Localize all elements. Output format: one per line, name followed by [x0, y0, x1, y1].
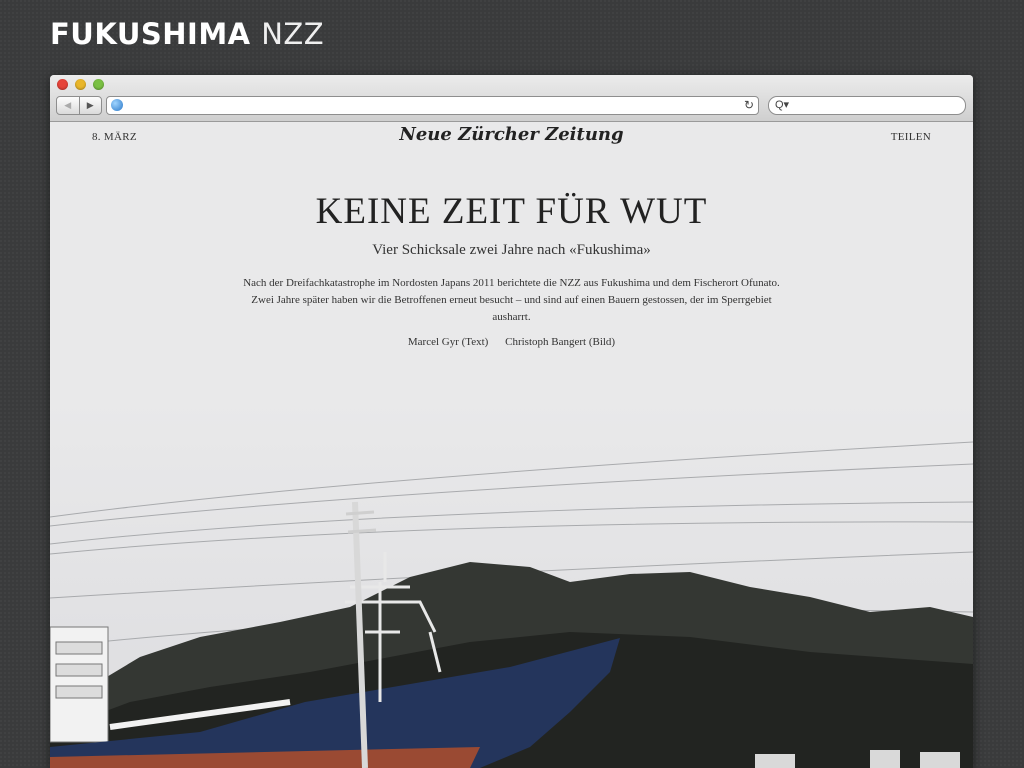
browser-window: ◀ ▶ ↻ Q▾ 8. MÄRZ Neue Zürcher Zeitung TE…: [50, 75, 973, 768]
photo-author: Christoph Bangert (Bild): [505, 336, 616, 348]
reload-icon[interactable]: ↻: [744, 97, 754, 114]
article-intro: Nach der Dreifachkatastrophe im Nordoste…: [243, 277, 780, 323]
web-page: 8. MÄRZ Neue Zürcher Zeitung TEILEN KEIN…: [50, 122, 973, 768]
browser-toolbar: ◀ ▶ ↻ Q▾: [50, 75, 973, 122]
search-input[interactable]: Q▾: [768, 96, 966, 115]
article-headline: KEINE ZEIT FÜR WUT: [315, 191, 708, 232]
close-window-button[interactable]: [57, 79, 68, 90]
search-icon[interactable]: Q▾: [775, 97, 789, 114]
maximize-window-button[interactable]: [93, 79, 104, 90]
slide-title-main: FUKUSHIMA: [50, 17, 251, 51]
text-author: Marcel Gyr (Text): [407, 336, 489, 348]
hero-photo: [50, 402, 973, 768]
article-subtitle: Vier Schicksale zwei Jahre nach «Fukushi…: [372, 242, 651, 258]
slide-title: FUKUSHIMA NZZ: [50, 16, 324, 52]
address-bar[interactable]: ↻: [106, 96, 759, 115]
slide-title-brand: NZZ: [261, 17, 325, 51]
navigation-buttons: ◀ ▶: [56, 96, 102, 115]
page-top-bar: 8. MÄRZ Neue Zürcher Zeitung TEILEN: [50, 122, 973, 156]
forward-button[interactable]: ▶: [80, 97, 102, 114]
minimize-window-button[interactable]: [75, 79, 86, 90]
globe-icon: [111, 99, 123, 111]
article-credits: Marcel Gyr (Text) Christoph Bangert (Bil…: [50, 336, 973, 348]
back-button[interactable]: ◀: [57, 97, 80, 114]
share-link[interactable]: TEILEN: [891, 131, 931, 143]
newspaper-masthead[interactable]: Neue Zürcher Zeitung: [50, 124, 973, 145]
